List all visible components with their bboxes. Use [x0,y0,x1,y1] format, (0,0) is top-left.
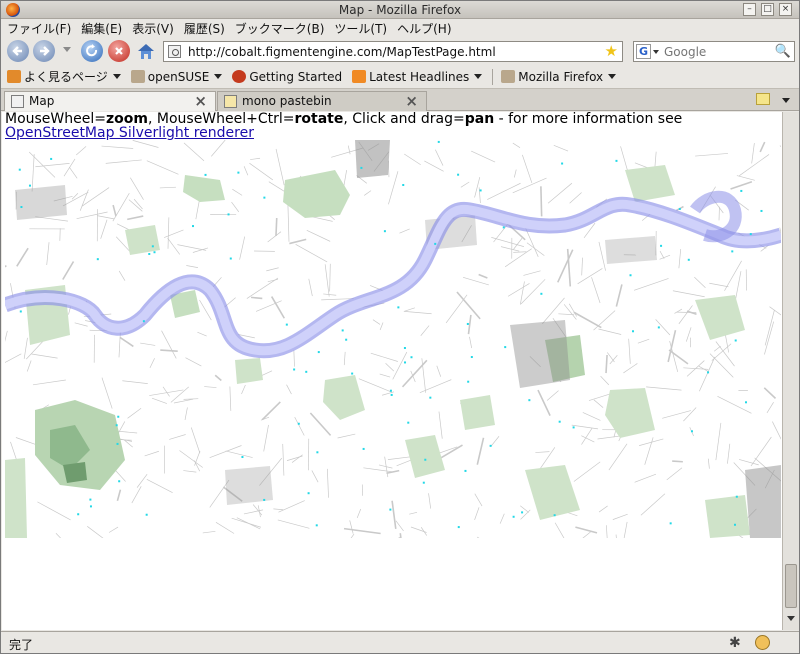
close-tab-icon[interactable]: × [405,92,418,110]
new-tab-icon[interactable] [756,93,770,105]
menu-bookmarks[interactable]: ブックマーク(B) [235,20,325,37]
menu-file[interactable]: ファイル(F) [7,20,71,37]
close-window-button[interactable]: × [779,3,792,16]
status-text: 完了 [9,638,34,652]
bug-icon[interactable]: ✱ [729,635,741,651]
history-dropdown-icon[interactable] [63,47,71,52]
bookmark-label: openSUSE [147,69,210,84]
reload-icon [86,44,98,57]
instruction-text: - for more information see [494,112,683,127]
rss-folder-icon [7,70,21,83]
menu-tools[interactable]: ツール(T) [334,20,387,37]
close-tab-icon[interactable]: × [194,92,207,110]
map-canvas[interactable] [5,140,781,538]
chevron-down-icon [214,74,223,79]
tab-label: Map [29,94,55,108]
bookmark-most-visited[interactable]: よく見るページ [7,68,121,85]
bookmark-star-icon[interactable]: ★ [605,42,618,60]
bookmark-label: Mozilla Firefox [518,69,604,84]
tab-strip: Map × mono pastebin × [1,89,799,111]
menu-bar: ファイル(F) 編集(E) 表示(V) 履歴(S) ブックマーク(B) ツール(… [1,19,799,37]
status-bar: 完了 ✱ [1,631,799,653]
menu-help[interactable]: ヘルプ(H) [397,20,451,37]
pastebin-favicon-icon [224,95,237,108]
bookmark-mozilla-firefox[interactable]: Mozilla Firefox [501,69,617,84]
folder-icon [130,70,145,83]
maximize-button[interactable]: □ [761,3,774,16]
instruction-keyword: rotate [294,112,344,127]
navigation-toolbar: http://cobalt.figmentengine.com/MapTestP… [1,37,799,65]
folder-icon [501,70,516,83]
tab-label: mono pastebin [242,94,332,108]
address-bar[interactable]: http://cobalt.figmentengine.com/MapTestP… [163,41,623,62]
stop-button[interactable] [108,40,130,62]
tab-list-icon[interactable] [782,98,790,103]
menu-edit[interactable]: 編集(E) [81,20,122,37]
page-favicon-icon [168,45,181,58]
bookmark-label: よく見るページ [24,70,108,84]
extension-icon[interactable] [755,635,770,650]
stop-icon [115,47,123,55]
minimize-button[interactable]: – [743,3,756,16]
chevron-down-icon [112,74,121,79]
chevron-down-icon [474,74,483,79]
bookmark-latest-headlines[interactable]: Latest Headlines [352,69,483,84]
chevron-down-icon [608,74,617,79]
page-content: MouseWheel=zoom, MouseWheel+Ctrl=rotate,… [2,112,782,630]
search-icon[interactable]: 🔍 [775,44,791,59]
google-engine-icon[interactable]: G [636,44,651,59]
engine-dropdown-icon[interactable] [653,50,659,54]
browser-window: Map - Mozilla Firefox – □ × ファイル(F) 編集(E… [0,0,800,654]
tab-map[interactable]: Map × [4,91,216,111]
bookmark-getting-started[interactable]: Getting Started [232,70,342,84]
bookmark-label: Getting Started [249,69,343,84]
search-bar[interactable]: G 🔍 [633,41,795,62]
home-button[interactable] [136,41,156,61]
forward-button[interactable] [33,40,55,62]
osm-renderer-link[interactable]: OpenStreetMap Silverlight renderer [5,125,254,141]
tab-mono-pastebin[interactable]: mono pastebin × [217,91,427,111]
menu-history[interactable]: 履歴(S) [184,20,225,37]
vertical-scrollbar[interactable] [782,112,799,630]
window-title: Map - Mozilla Firefox [338,3,462,17]
reload-button[interactable] [81,40,103,62]
url-text[interactable]: http://cobalt.figmentengine.com/MapTestP… [188,45,496,59]
back-button[interactable] [7,40,29,62]
menu-view[interactable]: 表示(V) [132,20,174,37]
page-favicon-icon [11,95,24,108]
search-input[interactable] [664,44,772,59]
scroll-down-icon[interactable] [787,616,795,621]
rss-icon [352,70,367,83]
home-icon [138,44,154,59]
title-bar: Map - Mozilla Firefox – □ × [1,1,799,19]
instruction-text: , Click and drag= [343,112,465,127]
bookmarks-toolbar: よく見るページ openSUSE Getting Started Latest … [1,65,799,89]
firefox-icon [232,70,247,83]
scrollbar-thumb[interactable] [785,564,797,608]
arrow-left-icon [12,46,22,56]
toolbar-separator [492,68,494,85]
map-instructions: MouseWheel=zoom, MouseWheel+Ctrl=rotate,… [5,112,781,140]
bookmark-label: Latest Headlines [369,69,470,84]
instruction-keyword: pan [464,112,495,127]
bookmark-opensuse[interactable]: openSUSE [130,69,223,84]
arrow-right-icon [40,46,50,56]
